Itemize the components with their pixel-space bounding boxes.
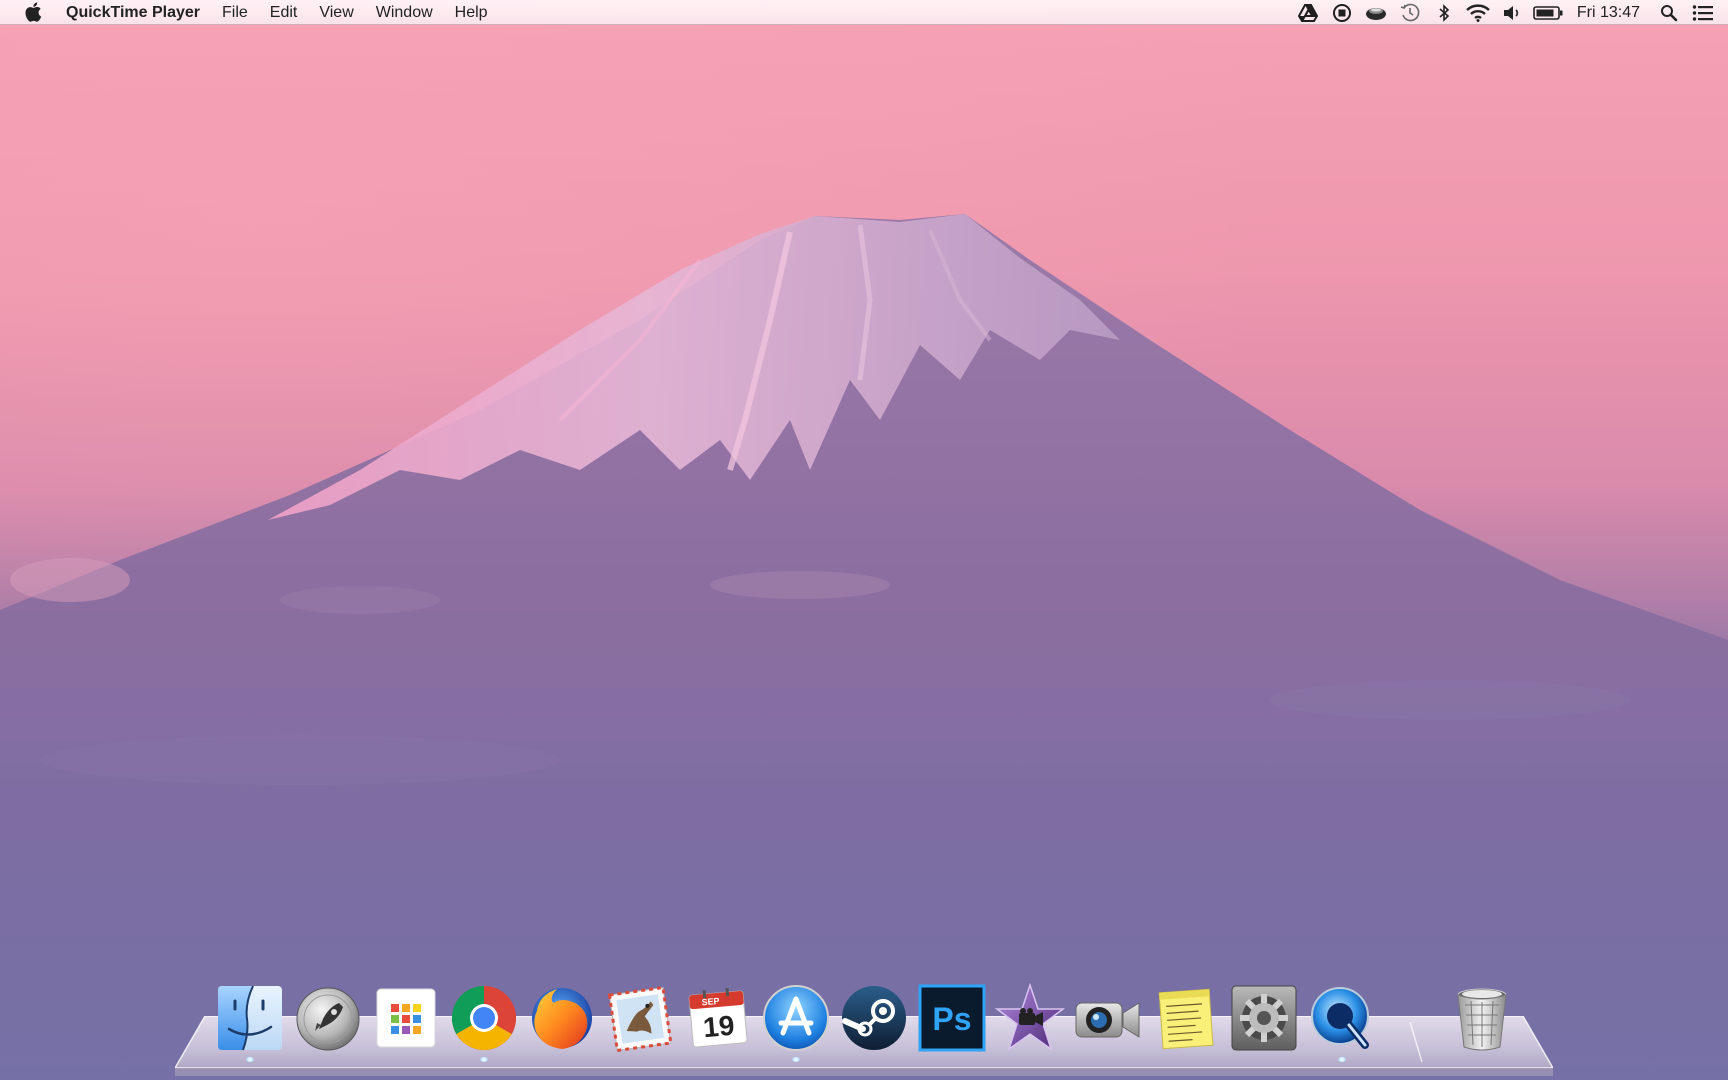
imovie-icon — [995, 983, 1065, 1051]
trash-icon — [1457, 988, 1507, 1051]
menu-bar-extras: Fri 13:47 — [1291, 0, 1720, 25]
steam-icon — [842, 986, 906, 1050]
dock-item-trash[interactable] — [1446, 982, 1518, 1054]
system-preferences-icon — [1231, 985, 1297, 1051]
app-store-icon — [763, 985, 829, 1051]
calendar-icon: SEP 19 — [688, 987, 748, 1048]
edit-menu[interactable]: Edit — [259, 0, 309, 25]
app-name-menu[interactable]: QuickTime Player — [66, 0, 211, 25]
apple-menu[interactable] — [0, 0, 66, 25]
chrome-icon — [452, 986, 516, 1050]
facetime-icon — [1075, 1002, 1140, 1038]
mail-icon — [607, 985, 673, 1053]
dock-item-stickies[interactable] — [1150, 982, 1222, 1054]
firefox-icon — [532, 988, 592, 1049]
dock-item-chrome[interactable] — [448, 982, 520, 1062]
finder-icon — [218, 985, 282, 1051]
dock-item-calendar[interactable]: SEP 19 — [682, 982, 754, 1054]
dock-item-app-grid[interactable] — [370, 982, 442, 1054]
dock-item-launchpad[interactable] — [292, 982, 364, 1054]
photoshop-label: Ps — [932, 1001, 971, 1037]
dock-item-finder[interactable] — [214, 982, 286, 1062]
running-indicator — [480, 1057, 488, 1062]
dock-separator — [1409, 1022, 1423, 1062]
quicktime-icon — [1311, 987, 1369, 1049]
record-icon[interactable] — [1327, 0, 1357, 25]
dock-item-app-store[interactable] — [760, 982, 832, 1062]
launchpad-icon — [296, 987, 360, 1051]
volume-icon[interactable] — [1497, 0, 1527, 25]
battery-icon[interactable] — [1531, 0, 1565, 25]
desktop-wallpaper — [0, 0, 1728, 1080]
apple-icon — [25, 2, 42, 22]
cloud-app-icon[interactable] — [1361, 0, 1391, 25]
app-grid-icon — [376, 988, 436, 1048]
dock-item-firefox[interactable] — [526, 982, 598, 1054]
menu-bar: QuickTime Player File Edit View Window H… — [0, 0, 1728, 25]
file-menu[interactable]: File — [211, 0, 259, 25]
photoshop-icon: Ps — [918, 984, 986, 1052]
view-menu[interactable]: View — [308, 0, 364, 25]
dock-item-facetime[interactable] — [1072, 982, 1144, 1054]
time-machine-icon[interactable] — [1395, 0, 1425, 25]
dock-item-system-preferences[interactable] — [1228, 982, 1300, 1054]
window-menu[interactable]: Window — [365, 0, 444, 25]
dock-item-mail[interactable] — [604, 982, 676, 1054]
search-icon[interactable] — [1654, 0, 1684, 25]
wifi-icon[interactable] — [1463, 0, 1493, 25]
dock: SEP 19 Ps — [214, 982, 1528, 1062]
google-drive-icon[interactable] — [1293, 0, 1323, 25]
running-indicator — [1338, 1057, 1346, 1062]
menu-bar-clock[interactable]: Fri 13:47 — [1567, 4, 1652, 22]
dock-item-steam[interactable] — [838, 982, 910, 1054]
dock-item-photoshop[interactable]: Ps — [916, 982, 988, 1054]
list-icon[interactable] — [1688, 0, 1718, 25]
running-indicator — [246, 1057, 254, 1062]
running-indicator — [792, 1057, 800, 1062]
desktop: QuickTime Player File Edit View Window H… — [0, 0, 1728, 1080]
help-menu[interactable]: Help — [444, 0, 499, 25]
stickies-icon — [1158, 988, 1214, 1050]
bluetooth-icon[interactable] — [1429, 0, 1459, 25]
calendar-day-label: 19 — [702, 1010, 736, 1044]
dock-item-quicktime[interactable] — [1306, 982, 1378, 1062]
dock-item-imovie[interactable] — [994, 982, 1066, 1054]
menu-bar-left: QuickTime Player File Edit View Window H… — [0, 0, 499, 25]
